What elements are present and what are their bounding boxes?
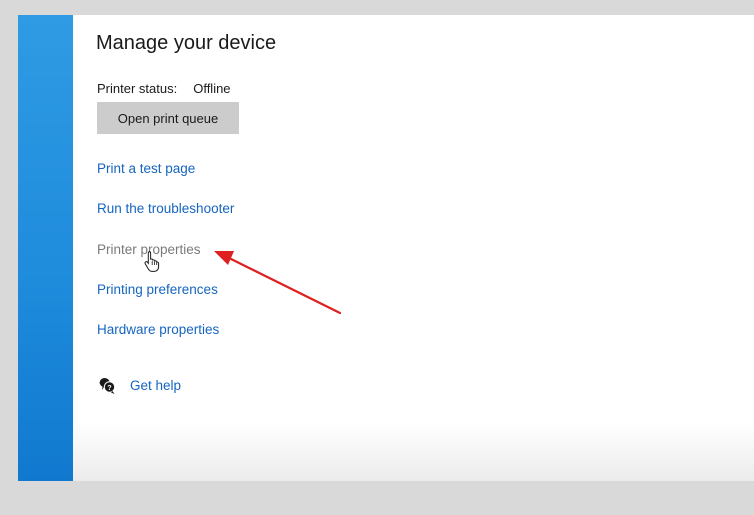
bottom-fade bbox=[73, 421, 754, 481]
printer-status-label: Printer status: bbox=[97, 81, 178, 96]
accent-sidebar bbox=[18, 15, 73, 481]
printer-status: Printer status: Offline bbox=[97, 81, 231, 96]
get-help-link[interactable]: Get help bbox=[130, 378, 181, 393]
open-print-queue-button[interactable]: Open print queue bbox=[97, 102, 239, 134]
printer-status-value: Offline bbox=[193, 81, 231, 96]
get-help-icon: ? bbox=[99, 378, 116, 394]
hardware-properties-link[interactable]: Hardware properties bbox=[97, 322, 219, 337]
hand-cursor-icon bbox=[144, 251, 160, 272]
printing-preferences-link[interactable]: Printing preferences bbox=[97, 282, 218, 297]
run-troubleshooter-link[interactable]: Run the troubleshooter bbox=[97, 201, 234, 216]
print-test-page-link[interactable]: Print a test page bbox=[97, 161, 195, 176]
settings-window: Manage your device Printer status: Offlin… bbox=[18, 15, 754, 481]
svg-text:?: ? bbox=[107, 385, 111, 392]
page-title: Manage your device bbox=[96, 32, 277, 54]
